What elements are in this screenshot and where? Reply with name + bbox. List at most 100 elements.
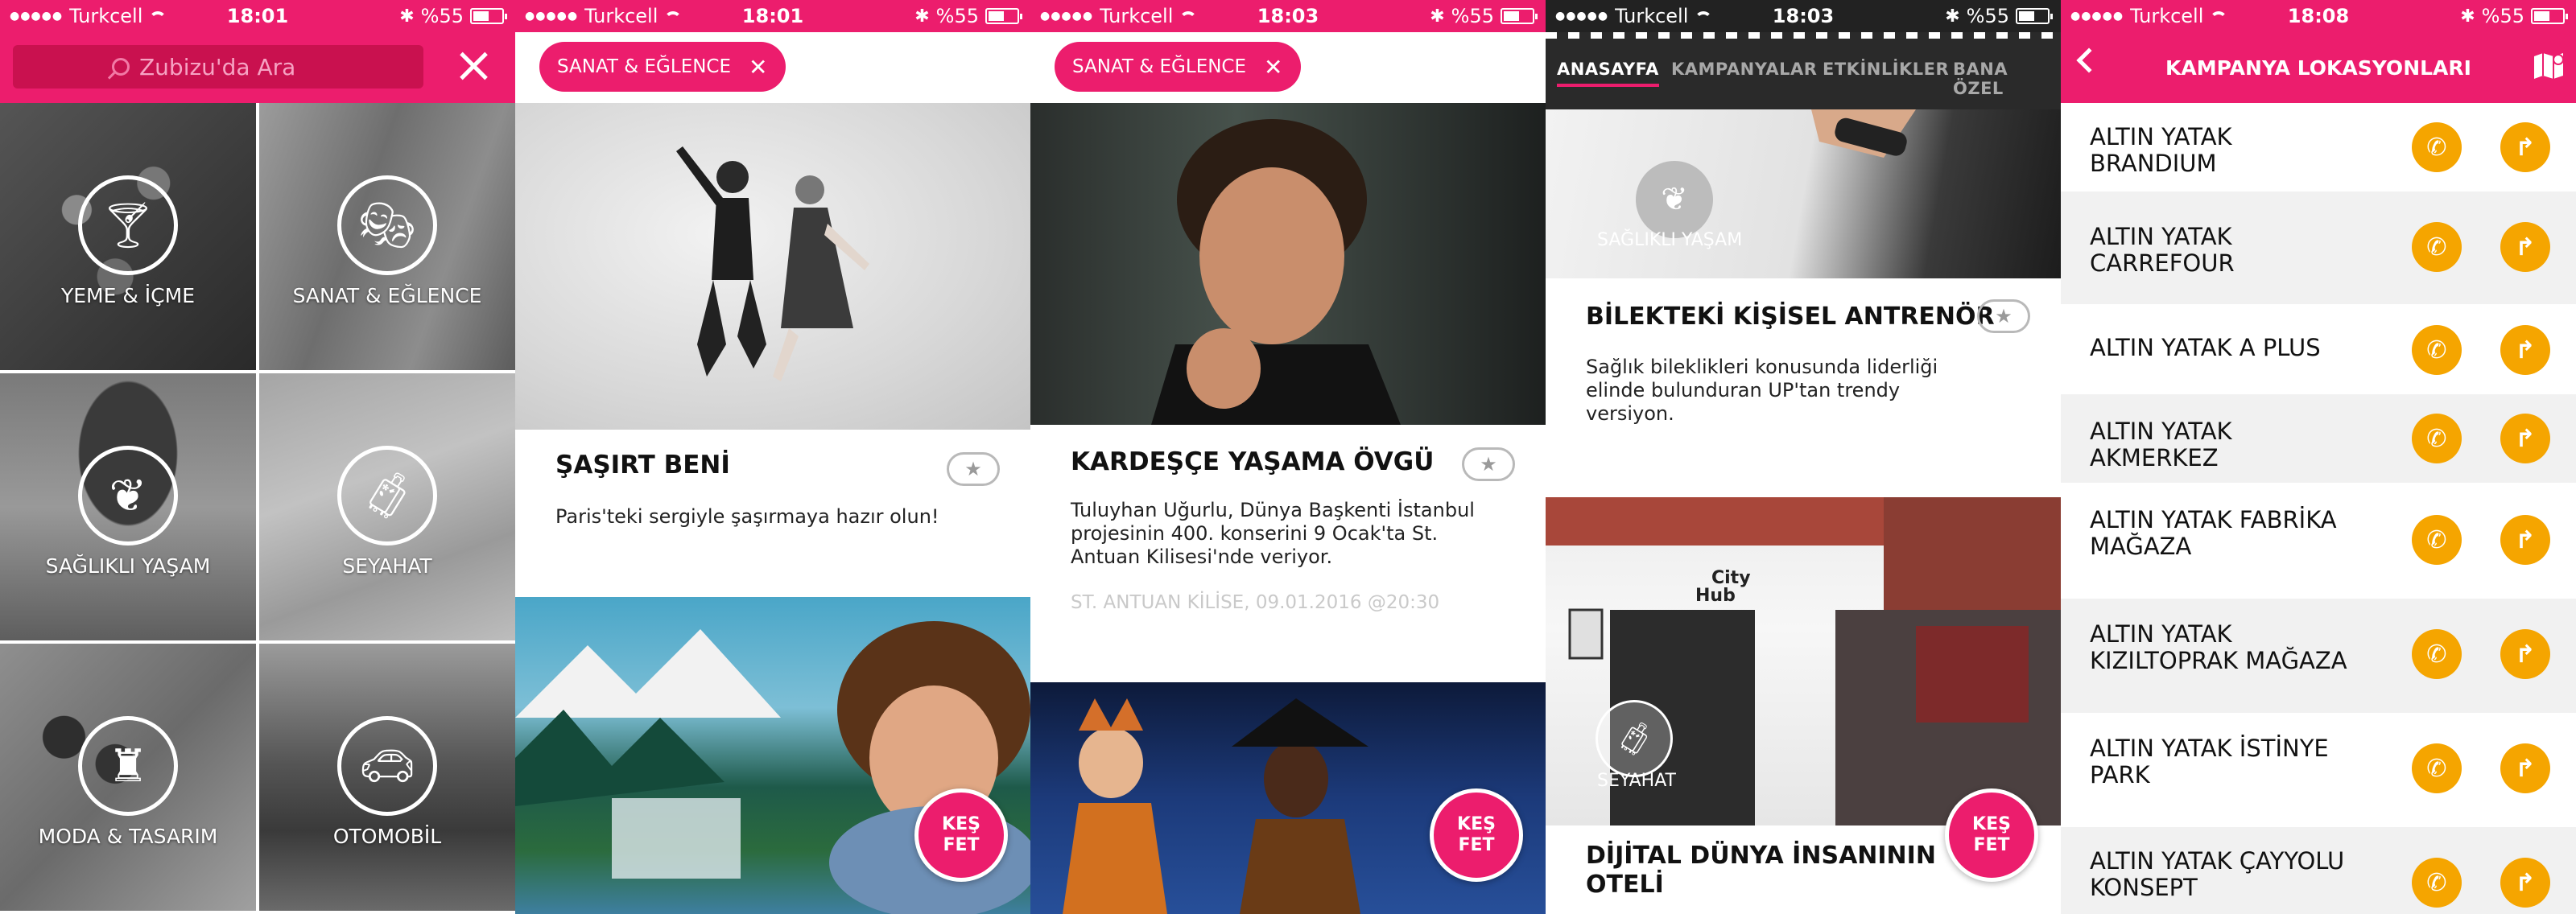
location-row[interactable]: ALTIN YATAK CARREFOUR ✆ ↱	[2061, 191, 2576, 304]
close-icon[interactable]	[456, 48, 491, 84]
luggage-icon: 🧳︎	[1596, 700, 1673, 777]
directions-icon[interactable]: ↱	[2500, 743, 2550, 793]
location-name-line-1: ALTIN YATAK AKMERKEZ	[2090, 418, 2232, 471]
category-tile-arts[interactable]: 🎭︎ SANAT & EĞLENCE	[259, 103, 515, 370]
filter-chip[interactable]: SANAT & EĞLENCE ✕	[539, 42, 786, 92]
jumping-couple-illustration	[676, 146, 869, 381]
battery-icon	[985, 8, 1022, 24]
card-title-line-2: OTELİ	[1586, 871, 1664, 899]
phone-icon[interactable]: ✆	[2412, 122, 2462, 172]
remove-filter-icon[interactable]: ✕	[749, 54, 767, 80]
battery-percent: %55	[420, 5, 464, 27]
bluetooth-icon: ✱	[2460, 6, 2475, 27]
location-row[interactable]: ALTIN YATAK A PLUS ✆ ↱	[2061, 304, 2576, 394]
card-description: Tuluyhan Uğurlu, Dünya Başkenti İstanbul…	[1071, 499, 1475, 568]
tab-home[interactable]: ANASAYFA	[1557, 60, 1659, 87]
phone-icon[interactable]: ✆	[2412, 325, 2462, 375]
filter-chip[interactable]: SANAT & EĞLENCE ✕	[1055, 42, 1301, 92]
discover-button[interactable]: KEŞ FET	[1945, 788, 2038, 882]
card-image[interactable]	[1030, 103, 1546, 425]
search-input[interactable]	[139, 53, 324, 80]
favorite-star-icon[interactable]: ★	[1462, 447, 1515, 481]
location-row[interactable]: ALTIN YATAK AKMERKEZ ✆ ↱	[2061, 394, 2576, 483]
card-description: Sağlık bileklikleri konusunda liderliği …	[1586, 356, 1938, 425]
location-row[interactable]: ALTIN YATAK ÇAYYOLU KONSEPT ✆ ↱	[2061, 827, 2576, 914]
directions-icon[interactable]: ↱	[2500, 515, 2550, 565]
directions-icon[interactable]: ↱	[2500, 414, 2550, 463]
search-icon	[112, 58, 130, 76]
battery-icon	[2531, 8, 2568, 24]
leaf-icon: ❦	[78, 446, 178, 546]
category-tile-automobile[interactable]: 🚗︎ OTOMOBİL	[259, 644, 515, 911]
category-tile-fashion[interactable]: ♜ MODA & TASARIM	[0, 644, 256, 911]
location-row[interactable]: ALTIN YATAK KIZILTOPRAK MAĞAZA ✆ ↱	[2061, 599, 2576, 713]
category-grid: 🍸︎ YEME & İÇME 🎭︎ SANAT & EĞLENCE ❦ SAĞL…	[0, 103, 515, 914]
category-tile-food[interactable]: 🍸︎ YEME & İÇME	[0, 103, 256, 370]
location-name: ALTIN YATAK ÇAYYOLU KONSEPT	[2090, 848, 2363, 901]
location-name-line-1: ALTIN YATAK FABRİKA	[2090, 506, 2337, 533]
sign-line-2: Hub	[1695, 586, 1736, 606]
card-image[interactable]	[515, 103, 1030, 430]
favorite-star-icon[interactable]: ★	[1977, 299, 2030, 333]
location-list: ALTIN YATAK BRANDIUM ✆ ↱ ALTIN YATAK CARR…	[2061, 103, 2576, 914]
card-title[interactable]: BİLEKTEKİ KİŞİSEL ANTRENÖR	[1586, 303, 1995, 331]
theater-masks-icon: 🎭︎	[337, 175, 437, 275]
tab-for-me[interactable]: BANA ÖZEL	[1953, 60, 2061, 98]
card-title[interactable]: ŞAŞIRT BENİ	[555, 451, 730, 480]
category-tile-travel[interactable]: 🧳︎ SEYAHAT	[259, 373, 515, 640]
card-image[interactable]: ❦ SAĞLIKLI YAŞAM	[1546, 109, 2061, 278]
phone-icon[interactable]: ✆	[2412, 629, 2462, 679]
phone-icon[interactable]: ✆	[2412, 222, 2462, 272]
main-tab-bar: ANASAYFA KAMPANYALAR ETKİNLİKLER BANA ÖZ…	[1546, 32, 2061, 109]
location-name-line-1: ALTIN YATAK ÇAYYOLU	[2090, 847, 2345, 875]
search-bar[interactable]	[13, 45, 423, 89]
location-name-line-2: KONSEPT	[2090, 874, 2198, 901]
category-label: YEME & İÇME	[60, 284, 195, 307]
arts-feed-screen-2: ●●●●● Turkcell 18:03 ✱ %55 SANAT & EĞLENCE…	[1030, 0, 1546, 914]
directions-icon[interactable]: ↱	[2500, 858, 2550, 908]
category-tile-health[interactable]: ❦ SAĞLIKLI YAŞAM	[0, 373, 256, 640]
discover-label-1: KEŞ	[942, 814, 980, 834]
dress-form-icon: ♜	[78, 716, 178, 816]
filter-chip-label: SANAT & EĞLENCE	[557, 56, 732, 77]
campaign-locations-screen: ●●●●● Turkcell 18:08 ✱ %55 KAMPANYA LOKASY…	[2061, 0, 2576, 914]
leaf-icon: ❦	[1636, 161, 1713, 238]
directions-icon[interactable]: ↱	[2500, 222, 2550, 272]
directions-icon[interactable]: ↱	[2500, 325, 2550, 375]
location-row[interactable]: ALTIN YATAK FABRİKA MAĞAZA ✆ ↱	[2061, 483, 2576, 599]
phone-icon[interactable]: ✆	[2412, 743, 2462, 793]
discover-button[interactable]: KEŞ FET	[914, 788, 1008, 882]
battery-icon	[2016, 8, 2053, 24]
status-bar: ●●●●● Turkcell 18:08 ✱ %55	[2061, 0, 2576, 32]
phone-icon[interactable]: ✆	[2412, 515, 2462, 565]
card-description: Paris'teki sergiyle şaşırmaya hazır olun…	[555, 505, 939, 528]
status-bar: ●●●●● Turkcell 18:01 ✱ %55	[0, 0, 515, 32]
card-title-line-1: DİJİTAL DÜNYA İNSANININ	[1586, 842, 1936, 870]
remove-filter-icon[interactable]: ✕	[1264, 54, 1282, 80]
musician-portrait	[1151, 119, 1401, 425]
map-icon[interactable]	[2533, 51, 2565, 80]
category-label: OTOMOBİL	[332, 825, 442, 848]
phone-icon[interactable]: ✆	[2412, 858, 2462, 908]
tab-campaigns[interactable]: KAMPANYALAR	[1671, 60, 1817, 79]
favorite-star-icon[interactable]: ★	[947, 452, 1000, 486]
directions-icon[interactable]: ↱	[2500, 629, 2550, 679]
discover-button[interactable]: KEŞ FET	[1430, 788, 1523, 882]
location-row[interactable]: ALTIN YATAK BRANDIUM ✆ ↱	[2061, 103, 2576, 191]
phone-icon[interactable]: ✆	[2412, 414, 2462, 463]
location-name: ALTIN YATAK AKMERKEZ	[2090, 418, 2363, 471]
category-label: SEYAHAT	[342, 554, 432, 578]
cocktail-icon: 🍸︎	[78, 175, 178, 275]
tab-events[interactable]: ETKİNLİKLER	[1823, 60, 1949, 79]
card-title[interactable]: DİJİTAL DÜNYA İNSANININ OTELİ	[1586, 842, 1936, 900]
status-bar: ●●●●● Turkcell 18:03 ✱ %55	[1030, 0, 1546, 32]
location-name-line-1: ALTIN YATAK BRANDIUM	[2090, 123, 2232, 177]
filter-chip-label: SANAT & EĞLENCE	[1072, 56, 1247, 77]
card-image[interactable]: City Hub 🧳︎ SEYAHAT	[1546, 497, 2061, 825]
sign-line-1: City	[1711, 568, 1751, 588]
battery-icon	[1501, 8, 1538, 24]
battery-percent: %55	[935, 5, 979, 27]
directions-icon[interactable]: ↱	[2500, 122, 2550, 172]
card-title[interactable]: KARDEŞÇE YAŞAMA ÖVGÜ	[1071, 447, 1434, 476]
location-row[interactable]: ALTIN YATAK İSTİNYE PARK ✆ ↱	[2061, 713, 2576, 827]
